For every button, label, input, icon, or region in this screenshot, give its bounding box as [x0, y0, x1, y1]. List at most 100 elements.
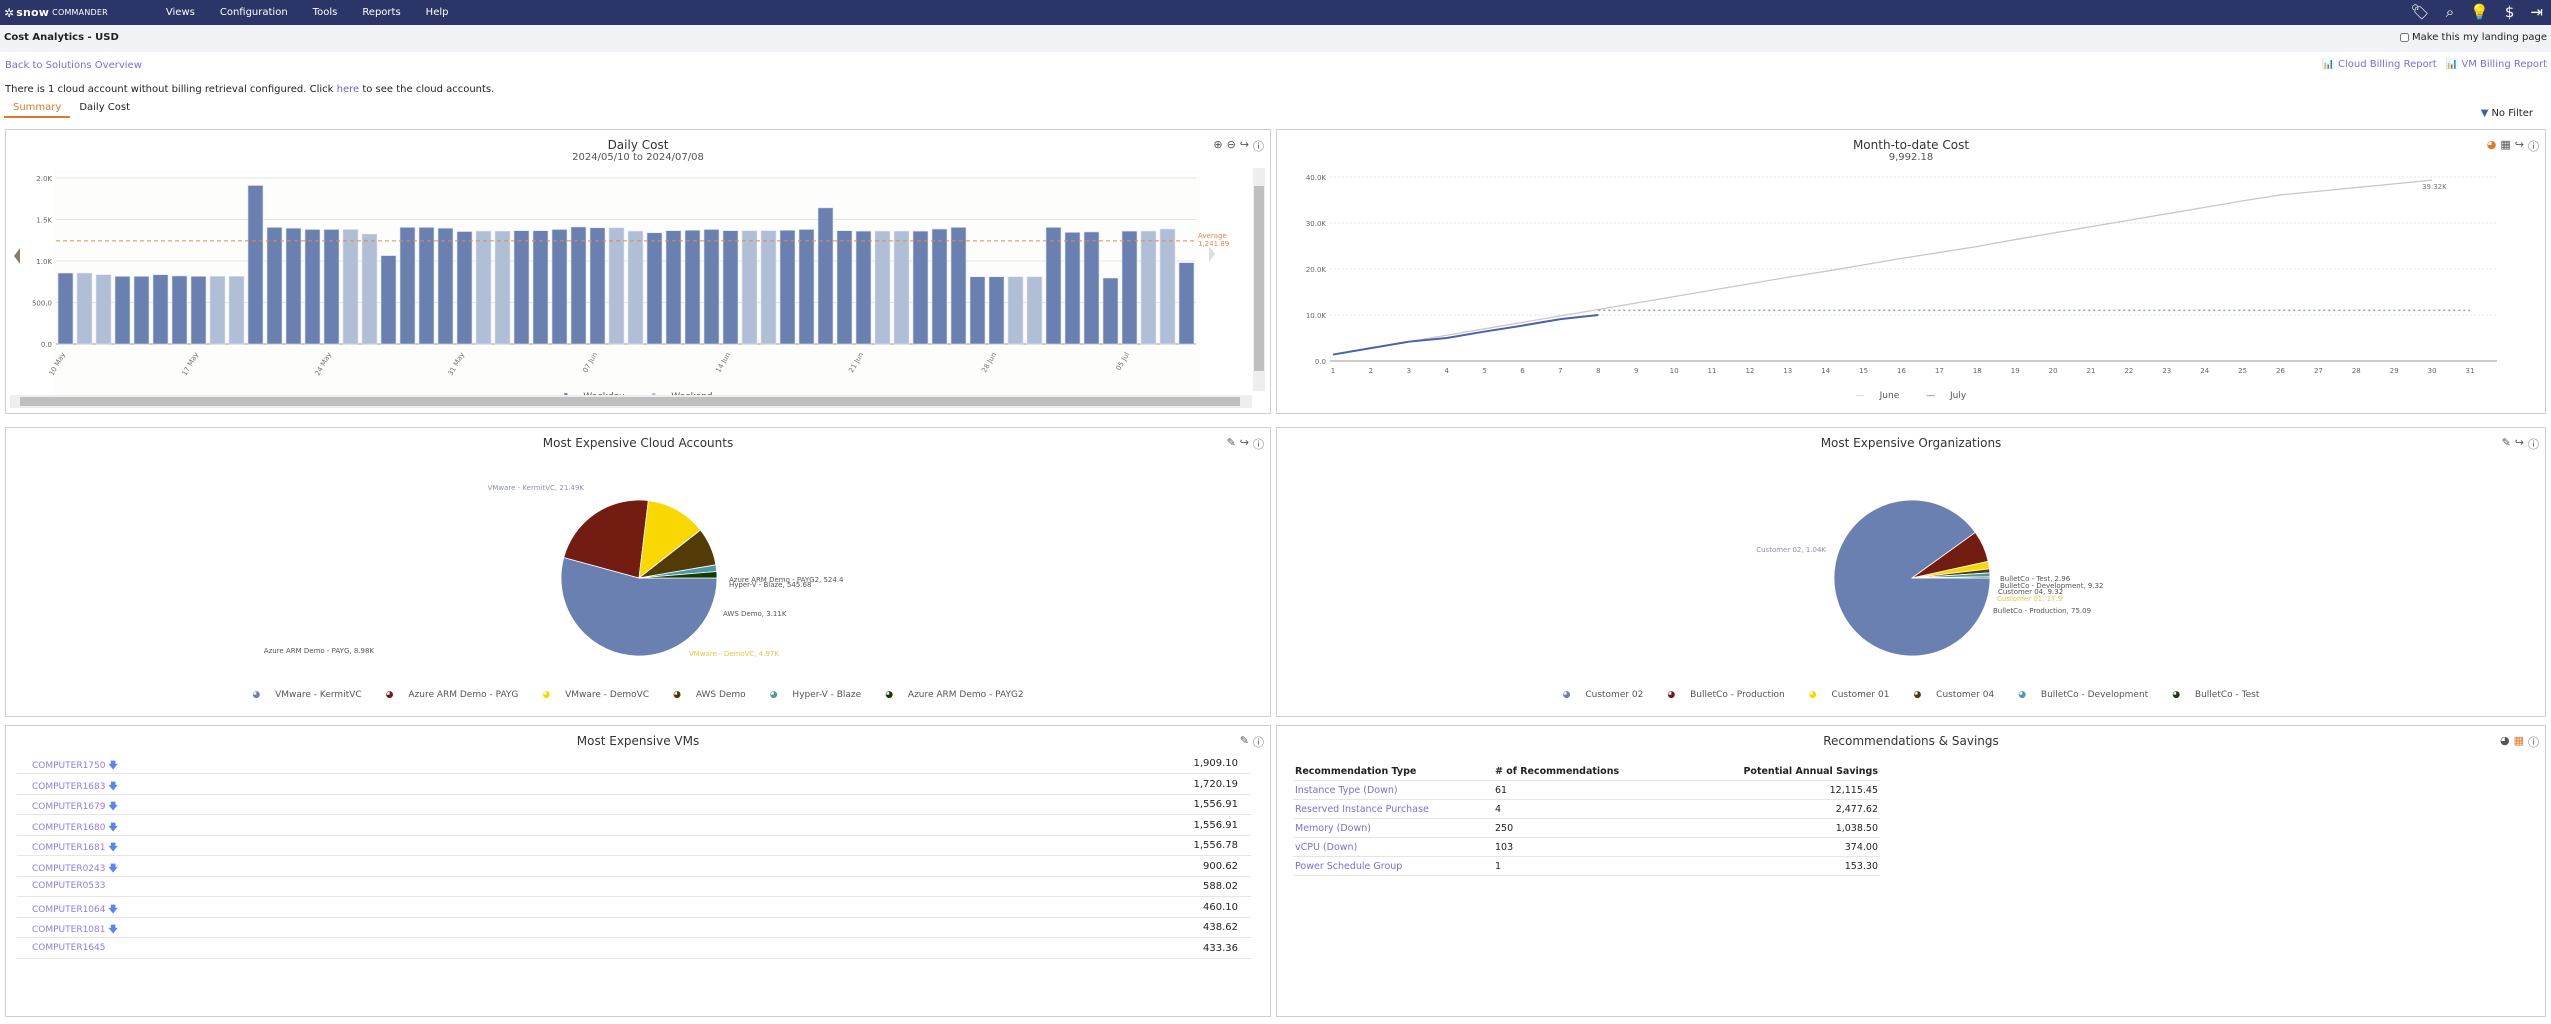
x-tick-label: 28	[2352, 367, 2361, 375]
legend-item[interactable]: ◕ BulletCo - Development	[2012, 690, 2154, 700]
legend-item[interactable]: ◕ Hyper-V - Blaze	[764, 690, 867, 700]
vertical-scrollbar[interactable]	[1253, 168, 1265, 391]
legend-item[interactable]: ◕ Azure ARM Demo - PAYG	[380, 690, 525, 700]
landing-page-checkbox[interactable]	[2400, 33, 2409, 42]
snow-commander-logo[interactable]: ✲ snow COMMANDER	[0, 6, 108, 20]
arrow-down-icon: 🡇	[108, 863, 118, 874]
cloud-accounts-legend: ◕ VMware - KermitVC ◕ Azure ARM Demo - PA…	[6, 690, 1270, 700]
legend-label: AWS Demo	[695, 690, 746, 700]
legend-item[interactable]: ◕ Customer 01	[1803, 690, 1896, 700]
recommendation-type-link[interactable]: Memory (Down)	[1293, 818, 1493, 838]
cloud-accounts-panel: Most Expensive Cloud Accounts ✎ ↪ ⓘ VMwa…	[5, 427, 1271, 717]
menu-views[interactable]: Views	[166, 7, 195, 18]
legend-july[interactable]: — July	[1920, 391, 1972, 401]
vm-name-link[interactable]: COMPUTER0533	[32, 881, 106, 891]
vm-name-link[interactable]: COMPUTER1064 🡇	[32, 902, 118, 918]
pie-legend-icon: ◕	[2018, 690, 2029, 700]
legend-item[interactable]: ◕ Azure ARM Demo - PAYG2	[879, 690, 1029, 700]
snow-logo-icon: ✲	[4, 5, 15, 20]
y-tick-label: 0.0	[1315, 358, 1326, 366]
pie-legend-icon: ◕	[885, 690, 896, 700]
vm-name-link[interactable]: COMPUTER1645	[32, 943, 106, 953]
lightbulb-icon[interactable]: 💡	[2470, 3, 2489, 21]
vertical-scroll-thumb[interactable]	[1254, 186, 1264, 371]
logout-icon[interactable]: ⇥	[2530, 3, 2543, 21]
vm-name-link[interactable]: COMPUTER1681 🡇	[32, 840, 118, 856]
legend-item[interactable]: ◕ VMware - KermitVC	[246, 690, 367, 700]
tab-daily-cost[interactable]: Daily Cost	[70, 101, 139, 118]
pie-slice-label: AWS Demo, 3.11K	[723, 610, 787, 618]
recommendation-type-link[interactable]: Power Schedule Group	[1293, 856, 1493, 876]
legend-label: Azure ARM Demo - PAYG2	[907, 690, 1024, 700]
tab-summary[interactable]: Summary	[4, 101, 71, 118]
vm-name-link[interactable]: COMPUTER1081 🡇	[32, 922, 118, 938]
info-icon[interactable]: ⓘ	[1253, 734, 1264, 750]
recommendation-savings: 12,115.45	[1678, 780, 1880, 800]
y-tick-label: 2.0K	[36, 175, 52, 183]
horizontal-scrollbar[interactable]	[10, 395, 1252, 408]
edit-icon[interactable]: ✎	[1240, 734, 1249, 750]
table-row: COMPUTER1680 🡇 1,556.91	[17, 816, 1251, 836]
x-tick-label: 17	[1935, 367, 1944, 375]
bar	[1159, 228, 1176, 345]
scroll-right-arrow-icon[interactable]	[1209, 246, 1215, 262]
vm-name-link[interactable]: COMPUTER0243 🡇	[32, 861, 118, 877]
bar	[171, 275, 188, 345]
x-tick-label: 31	[2466, 367, 2475, 375]
recommendation-type-link[interactable]: Instance Type (Down)	[1293, 780, 1493, 800]
arrow-down-icon: 🡇	[108, 802, 118, 812]
menu-help[interactable]: Help	[426, 7, 449, 18]
notice-here-link[interactable]: here	[337, 84, 360, 95]
table-row: COMPUTER1681 🡇 1,556.78	[17, 836, 1251, 856]
brand-sub: COMMANDER	[52, 8, 108, 17]
x-tick-label: 30	[2428, 367, 2437, 375]
recommendation-type-link[interactable]: vCPU (Down)	[1293, 837, 1493, 857]
bar	[570, 226, 587, 345]
vm-name-link[interactable]: COMPUTER1679 🡇	[32, 799, 118, 815]
arrow-down-icon: 🡇	[108, 925, 118, 935]
search-icon[interactable]: ⌕	[2446, 3, 2454, 21]
bar	[152, 274, 169, 345]
pie-legend-icon: ◕	[1913, 690, 1925, 700]
legend-item[interactable]: ◕ Customer 04	[1907, 690, 2000, 700]
legend-item[interactable]: ◕ AWS Demo	[667, 690, 752, 700]
month-to-date-panel: Month-to-date Cost 9,992.18 ◕ ▦ ↪ ⓘ 0.0 1…	[1276, 129, 2546, 414]
menu-reports[interactable]: Reports	[362, 7, 400, 18]
pie-slice-label: BulletCo - Production, 75.09	[1993, 607, 2091, 615]
legend-item[interactable]: ◕ VMware - DemoVC	[536, 690, 655, 700]
vm-billing-report-link[interactable]: 📊 VM Billing Report	[2446, 59, 2547, 70]
info-icon[interactable]: ⓘ	[2528, 734, 2539, 750]
back-to-solutions-link[interactable]: Back to Solutions Overview	[5, 60, 142, 71]
legend-item[interactable]: ◕ BulletCo - Test	[2166, 690, 2265, 700]
bar-chart-icon: 📊	[2445, 59, 2462, 70]
legend-item[interactable]: ◕ Customer 02	[1557, 690, 1650, 700]
tags-icon[interactable]: 🏷	[2411, 3, 2430, 21]
bar-chart-icon: 📊	[2322, 59, 2338, 70]
dollar-icon[interactable]: $	[2505, 3, 2515, 21]
x-tick-label: 10	[1670, 367, 1679, 375]
pie-legend-icon: ◕	[385, 690, 397, 700]
vm-name-link[interactable]: COMPUTER1750 🡇	[32, 758, 118, 774]
scroll-left-arrow-icon[interactable]	[14, 248, 20, 264]
billing-notice: There is 1 cloud account without billing…	[5, 84, 494, 95]
table-row: COMPUTER1064 🡇 460.10	[17, 898, 1251, 918]
legend-june[interactable]: — June	[1850, 391, 1905, 401]
horizontal-scroll-thumb[interactable]	[20, 397, 1240, 406]
arrow-down-icon: 🡇	[108, 904, 118, 915]
pie-legend-icon: ◕	[673, 690, 684, 700]
vm-name-link[interactable]: COMPUTER1680 🡇	[32, 820, 118, 836]
menu-tools[interactable]: Tools	[313, 7, 338, 18]
pie-chart-icon[interactable]: ◕	[2500, 734, 2510, 750]
legend-item[interactable]: ◕ BulletCo - Production	[1661, 690, 1790, 700]
menu-configuration[interactable]: Configuration	[220, 7, 288, 18]
recommendations-table: Recommendation Type # of Recommendations…	[1293, 763, 1880, 876]
bar	[380, 255, 397, 345]
filter-button[interactable]: ▼ No Filter	[2481, 108, 2533, 119]
x-tick-label: 12	[1745, 367, 1754, 375]
table-icon[interactable]: ▦	[2514, 734, 2524, 750]
landing-page-toggle[interactable]: Make this my landing page	[2400, 32, 2547, 43]
vm-name-link[interactable]: COMPUTER1683 🡇	[32, 779, 118, 795]
bar	[1045, 227, 1062, 345]
recommendation-type-link[interactable]: Reserved Instance Purchase	[1293, 799, 1493, 819]
cloud-billing-report-link[interactable]: 📊 Cloud Billing Report	[2322, 59, 2436, 70]
